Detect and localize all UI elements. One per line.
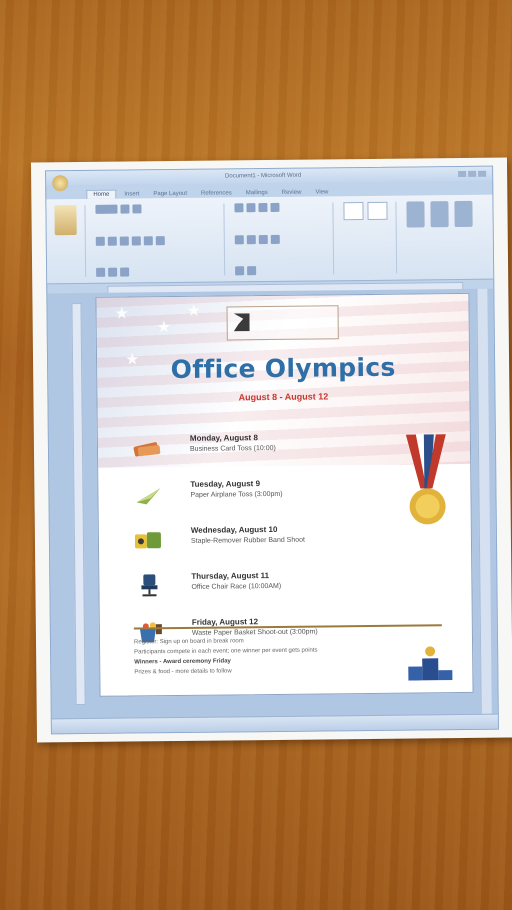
event-name: Business Card Toss (10:00) [189,444,276,453]
event-name: Office Chair Race (10:00AM) [191,582,282,591]
logo-icon [234,313,250,331]
office-chair-icon [141,574,158,597]
window-title: Document1 - Microsoft Word [224,172,302,180]
event-name: Staple-Remover Rubber Band Shoot [190,536,305,545]
staple-remover-icon [134,532,162,549]
tab-mailings: Mailings [245,190,268,197]
card-icon [133,442,161,457]
styles-group [343,201,398,275]
tab-home: Home [86,189,117,199]
event-day: Wednesday, August 10 [190,524,278,535]
clipboard-group [54,204,87,278]
close-icon [478,170,487,177]
event-item: Tuesday, August 9 Paper Airplane Toss (3… [132,476,382,525]
maximize-icon [468,170,477,177]
tab-references: References [201,190,232,197]
office-button-icon [52,175,69,192]
flyer-footer: Register: Sign up on board in break room… [134,635,384,678]
flyer-title: Office Olympics [170,352,396,385]
event-item: Thursday, August 11 Office Chair Race (1… [133,568,383,617]
star-icon: ★ [186,302,201,320]
logo-box [226,305,339,341]
printed-sheet: Document1 - Microsoft Word Home Insert P… [30,157,512,743]
vertical-ruler [71,302,86,706]
ribbon [46,194,494,285]
paste-icon [54,205,77,236]
event-day: Tuesday, August 9 [190,479,261,489]
gold-medal-icon [405,434,446,525]
window-controls [458,170,487,178]
tab-view: View [315,189,329,196]
tab-insert: Insert [124,191,140,198]
event-name: Paper Airplane Toss (3:00pm) [190,490,283,499]
event-item: Wednesday, August 10 Staple-Remover Rubb… [133,522,383,571]
editing-group [406,200,481,274]
star-icon: ★ [156,319,172,337]
star-icon: ★ [114,305,130,323]
footer-line: Prizes & food - more details to follow [134,668,232,676]
podium-icon [408,646,453,681]
font-group [95,203,226,277]
paper-airplane-icon [136,488,161,505]
paragraph-group [234,202,335,276]
word-window-printout: Document1 - Microsoft Word Home Insert P… [45,165,499,735]
event-day: Thursday, August 11 [191,571,270,581]
minimize-icon [458,170,467,178]
event-day: Monday, August 8 [189,433,258,443]
event-item: Monday, August 8 Business Card Toss (10:… [132,430,382,479]
scrollbar [476,288,492,715]
document-area: ★ ★ ★ ★ Office Olympics August 8 - Augus… [47,288,498,720]
tab-review: Review [281,189,302,196]
tab-page-layout: Page Layout [153,190,188,198]
flyer-page: ★ ★ ★ ★ Office Olympics August 8 - Augus… [95,292,474,697]
